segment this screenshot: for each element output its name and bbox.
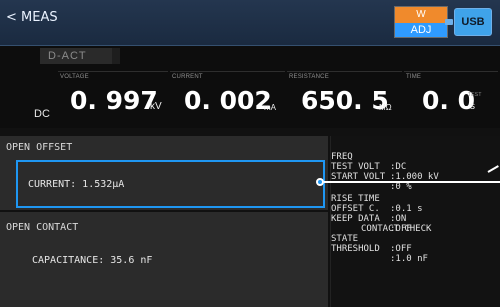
time-readout: TIME 0. 0 TEST s [404, 71, 498, 121]
current-value: 0. 002 [184, 86, 272, 115]
status-bar [112, 48, 120, 64]
threshold-key: THRESHOLD [331, 244, 380, 254]
status-label: D-ACT [40, 48, 112, 64]
capacitance-value: CAPACITANCE: 35.6 nF [32, 255, 153, 266]
current-readout: CURRENT 0. 002 mA [170, 71, 285, 121]
voltage-unit: kV [150, 101, 162, 112]
back-to-meas-button[interactable]: < MEAS [6, 10, 58, 25]
top-bar: < MEAS W ADJ USB [0, 0, 500, 46]
voltage-value: 0. 997 [70, 86, 158, 115]
dc-mode-label: DC [34, 108, 50, 120]
open-offset-selection-box[interactable]: CURRENT: 1.532μA [16, 160, 325, 208]
mode-adj-label: ADJ [395, 23, 447, 37]
measurement-panel: D-ACT DC VOLTAGE 0. 997 kV CURRENT 0. 00… [0, 46, 500, 128]
open-contact-panel[interactable]: OPEN CONTACT CAPACITANCE: 35.6 nF [0, 212, 328, 307]
threshold-value: :1.0 nF [390, 254, 428, 264]
voltage-label: VOLTAGE [60, 74, 89, 80]
mode-indicator: W ADJ [394, 6, 448, 38]
resistance-label: RESISTANCE [289, 74, 329, 80]
voltage-readout: VOLTAGE 0. 997 kV [58, 71, 168, 121]
open-offset-title: OPEN OFFSET [6, 142, 73, 153]
callout-line [324, 181, 500, 183]
offset-current-value: CURRENT: 1.532μA [28, 179, 125, 190]
time-value: 0. 0 [422, 86, 475, 115]
resistance-unit: MΩ [379, 103, 392, 112]
setting-threshold: THRESHOLD :1.0 nF [331, 234, 500, 274]
open-contact-title: OPEN CONTACT [6, 222, 79, 233]
settings-panel: FREQ :DC TEST VOLT :1.000 kV START VOLT … [330, 136, 500, 307]
resistance-value: 650. 5 [301, 86, 389, 115]
time-label: TIME [406, 74, 422, 80]
current-unit: mA [264, 103, 276, 112]
mode-top-label: W [395, 7, 447, 23]
usb-button[interactable]: USB [445, 8, 492, 36]
callout-dot-icon [316, 178, 324, 186]
time-test-tag: TEST [468, 92, 482, 98]
current-label: CURRENT [172, 74, 203, 80]
time-unit: s [470, 101, 475, 112]
resistance-readout: RESISTANCE 650. 5 MΩ [287, 71, 402, 121]
